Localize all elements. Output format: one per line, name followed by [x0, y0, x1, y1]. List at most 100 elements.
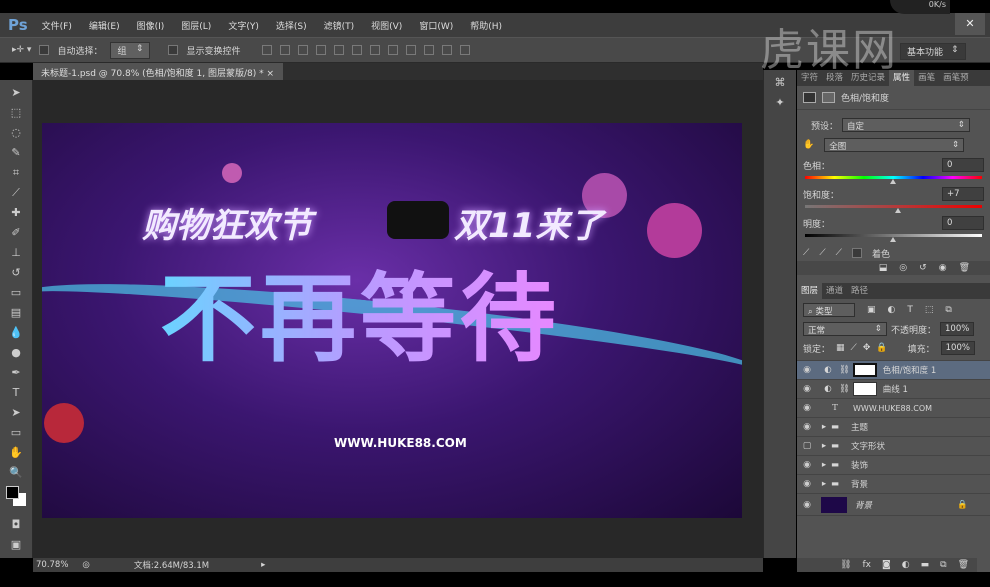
tab-paths[interactable]: 路径: [847, 283, 872, 299]
distribute-vcenter-icon[interactable]: [388, 45, 399, 55]
layer-row[interactable]: ◉ ▸ ▬ 装饰: [797, 456, 990, 475]
menu-window[interactable]: 窗口(W): [419, 19, 453, 32]
eraser-tool-icon[interactable]: ▭: [7, 286, 25, 300]
eyedropper-plus-icon[interactable]: ⟋: [819, 248, 825, 258]
close-button[interactable]: ✕: [955, 13, 985, 35]
saturation-input[interactable]: +7: [942, 187, 984, 201]
document-tab[interactable]: 未标题-1.psd @ 70.8% (色相/饱和度 1, 图层蒙版/8) * ×: [33, 63, 283, 80]
pen-tool-icon[interactable]: ✒: [7, 366, 25, 380]
targeted-adjust-hand-icon[interactable]: ✋: [803, 140, 814, 150]
eye-icon[interactable]: ◉: [797, 479, 817, 489]
new-layer-icon[interactable]: ⧉: [940, 560, 946, 570]
crop-tool-icon[interactable]: ⌗: [7, 166, 25, 180]
align-left-icon[interactable]: [316, 45, 327, 55]
fill-input[interactable]: 100%: [940, 341, 975, 355]
canvas[interactable]: 购物狂欢节 双11来了 不再等待 WWW.HUKE88.COM: [42, 123, 742, 518]
close-tab-icon[interactable]: ×: [266, 69, 274, 79]
history-brush-icon[interactable]: ↺: [7, 266, 25, 280]
new-group-icon[interactable]: ▬: [921, 560, 930, 570]
menu-filter[interactable]: 滤镜(T): [324, 19, 355, 32]
eyedropper-icon[interactable]: ⟋: [803, 248, 809, 258]
hue-slider-thumb[interactable]: [889, 179, 896, 184]
align-bottom-icon[interactable]: [298, 45, 309, 55]
quick-mask-icon[interactable]: ◘: [7, 518, 25, 532]
quick-select-tool-icon[interactable]: ✎: [7, 146, 25, 160]
zoom-tool-icon[interactable]: 🔍: [7, 466, 25, 480]
layer-row[interactable]: ◉ ▸ ▬ 背景: [797, 475, 990, 494]
auto-select-checkbox[interactable]: [39, 45, 50, 55]
color-swatches[interactable]: [6, 486, 26, 512]
filter-pixel-icon[interactable]: ▣: [867, 305, 876, 315]
type-tool-icon[interactable]: T: [7, 386, 25, 400]
eye-icon[interactable]: ◉: [797, 422, 817, 432]
distribute-right-icon[interactable]: [442, 45, 453, 55]
layer-filter-dropdown[interactable]: ⌕ 类型: [803, 303, 855, 317]
filter-adjustment-icon[interactable]: ◐: [888, 305, 896, 315]
visibility-icon[interactable]: ◉: [939, 263, 947, 273]
actions-panel-icon[interactable]: ✦: [771, 96, 789, 110]
layer-row[interactable]: ▢ ▸ ▬ 文字形状: [797, 437, 990, 456]
expand-arrow-icon[interactable]: ▸: [817, 479, 831, 489]
lasso-tool-icon[interactable]: ◌: [7, 126, 25, 140]
filter-smart-icon[interactable]: ⧉: [945, 305, 951, 315]
colorize-checkbox[interactable]: [851, 248, 862, 258]
align-vcenter-icon[interactable]: [280, 45, 291, 55]
tab-channels[interactable]: 通道: [822, 283, 847, 299]
lock-pixels-icon[interactable]: ▦: [836, 343, 845, 353]
menu-image[interactable]: 图像(I): [137, 19, 165, 32]
delete-icon[interactable]: 🗑: [959, 263, 970, 273]
lightness-input[interactable]: 0: [942, 216, 984, 230]
blend-mode-dropdown[interactable]: 正常 ⇕: [803, 322, 887, 336]
eye-icon[interactable]: ◉: [797, 460, 817, 470]
brush-tool-icon[interactable]: ✐: [7, 226, 25, 240]
hue-input[interactable]: 0: [942, 158, 984, 172]
clip-to-layer-icon[interactable]: ⬓: [879, 263, 888, 273]
lock-all-icon[interactable]: 🔒: [876, 343, 887, 353]
adjustment-icon[interactable]: [803, 92, 816, 103]
workspace-dropdown[interactable]: 基本功能 ⇕: [900, 43, 966, 60]
eye-icon[interactable]: ◉: [797, 365, 817, 375]
link-layers-icon[interactable]: ⛓: [840, 560, 851, 570]
lock-paint-icon[interactable]: ⟋: [851, 343, 857, 353]
show-transform-checkbox[interactable]: [168, 45, 179, 55]
blur-tool-icon[interactable]: 💧: [7, 326, 25, 340]
menu-layer[interactable]: 图层(L): [181, 19, 211, 32]
stamp-tool-icon[interactable]: ⊥: [7, 246, 25, 260]
eye-hidden-icon[interactable]: ▢: [797, 441, 817, 451]
screen-mode-icon[interactable]: ▣: [7, 538, 25, 552]
hand-tool-icon[interactable]: ✋: [7, 446, 25, 460]
fx-icon[interactable]: fx: [863, 560, 872, 570]
history-panel-icon[interactable]: ⌘: [771, 76, 789, 90]
filter-type-icon[interactable]: T: [907, 305, 913, 315]
new-adjustment-icon[interactable]: ◐: [902, 560, 910, 570]
menu-edit[interactable]: 编辑(E): [89, 19, 120, 32]
layer-row[interactable]: ◉ ▸ ▬ 主题: [797, 418, 990, 437]
auto-align-icon[interactable]: [460, 45, 471, 55]
tab-layers[interactable]: 图层: [797, 283, 823, 299]
channel-dropdown[interactable]: 全图 ⇕: [824, 138, 965, 152]
eyedropper-tool-icon[interactable]: ⟋: [7, 186, 25, 200]
layer-row[interactable]: ◉ T WWW.HUKE88.COM: [797, 399, 990, 418]
dodge-tool-icon[interactable]: ●: [7, 346, 25, 360]
move-tool-icon[interactable]: ▸✛ ▾: [12, 45, 31, 55]
marquee-tool-icon[interactable]: ⬚: [7, 106, 25, 120]
lightness-slider[interactable]: [805, 234, 982, 242]
saturation-slider[interactable]: [805, 205, 982, 213]
layer-row[interactable]: ◉ ◐ ⛓ 曲线 1: [797, 380, 990, 399]
preset-dropdown[interactable]: 自定 ⇕: [842, 118, 971, 132]
gradient-tool-icon[interactable]: ▤: [7, 306, 25, 320]
align-right-icon[interactable]: [352, 45, 363, 55]
lock-position-icon[interactable]: ✥: [863, 343, 871, 353]
healing-tool-icon[interactable]: ✚: [7, 206, 25, 220]
menu-help[interactable]: 帮助(H): [470, 19, 502, 32]
eye-icon[interactable]: ◉: [797, 384, 817, 394]
menu-select[interactable]: 选择(S): [276, 19, 307, 32]
view-previous-icon[interactable]: ◎: [899, 263, 907, 273]
auto-select-dropdown[interactable]: 组 ⇕: [110, 41, 151, 59]
path-select-icon[interactable]: ➤: [7, 406, 25, 420]
eyedropper-minus-icon[interactable]: ⟋: [836, 248, 842, 258]
tab-brush[interactable]: 画笔: [914, 70, 939, 86]
move-tool-icon[interactable]: ➤: [7, 86, 25, 100]
menu-view[interactable]: 视图(V): [371, 19, 402, 32]
expand-arrow-icon[interactable]: ▸: [817, 422, 831, 432]
